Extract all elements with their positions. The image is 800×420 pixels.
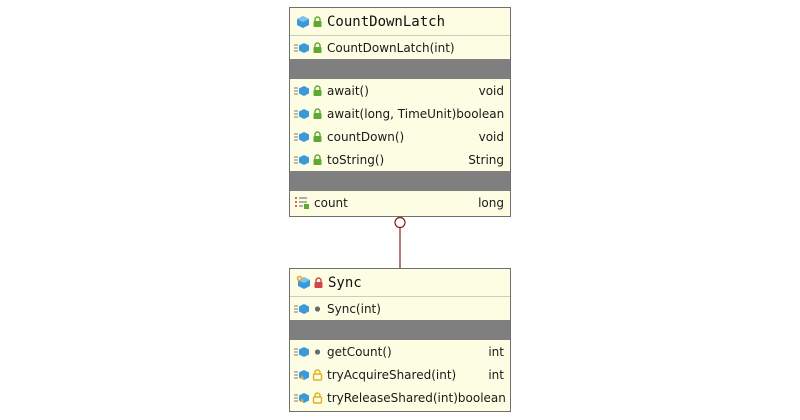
return-type: int [488, 344, 504, 359]
method-row[interactable]: toString() String [290, 148, 510, 171]
method-icon [294, 108, 310, 120]
method-icon [294, 42, 310, 54]
separator-bar [290, 320, 510, 340]
constructor-row[interactable]: CountDownLatch(int) [290, 36, 510, 59]
method-icon [294, 85, 310, 97]
separator-bar [290, 171, 510, 191]
method-name: countDown() [327, 129, 405, 144]
class-box-countdownlatch[interactable]: CountDownLatch CountDownLatch(int) await… [289, 7, 511, 217]
method-row[interactable]: tryReleaseShared(int) boolean [290, 386, 510, 409]
package-private-dot-icon [312, 303, 323, 315]
method-icon [294, 131, 310, 143]
private-lock-icon [313, 276, 324, 289]
constructor-row[interactable]: Sync(int) [290, 297, 510, 320]
public-lock-icon [312, 130, 323, 143]
public-lock-icon [312, 41, 323, 54]
override-method-icon [294, 369, 310, 381]
protected-lock-icon [312, 368, 323, 381]
method-row[interactable]: countDown() void [290, 125, 510, 148]
method-row[interactable]: tryAcquireShared(int) int [290, 363, 510, 386]
return-type: boolean [456, 106, 505, 121]
public-lock-icon [312, 84, 323, 97]
return-type: int [488, 367, 504, 382]
method-name: await(long, TimeUnit) [327, 106, 457, 121]
method-name: tryReleaseShared(int) [327, 390, 458, 405]
method-name: tryAcquireShared(int) [327, 367, 457, 382]
separator-bar [290, 59, 510, 79]
constructor-name: CountDownLatch(int) [327, 40, 455, 55]
class-header: Sync [290, 269, 510, 297]
class-box-sync[interactable]: Sync Sync(int) getCount() int tryAcquire… [289, 268, 511, 412]
method-icon [294, 154, 310, 166]
field-icon [294, 196, 310, 210]
package-private-dot-icon [312, 346, 323, 358]
override-method-icon [294, 392, 310, 404]
association-circle [394, 216, 406, 229]
method-row[interactable]: await(long, TimeUnit) boolean [290, 102, 510, 125]
public-lock-icon [312, 153, 323, 166]
return-type: String [468, 152, 504, 167]
class-header: CountDownLatch [290, 8, 510, 36]
method-row[interactable]: await() void [290, 79, 510, 102]
class-name: CountDownLatch [327, 13, 446, 30]
method-name: getCount() [327, 344, 392, 359]
field-type: long [478, 195, 504, 210]
class-icon [296, 15, 310, 29]
constructor-name: Sync(int) [327, 301, 381, 316]
public-lock-icon [312, 107, 323, 120]
field-row[interactable]: count long [290, 191, 510, 214]
public-lock-icon [312, 15, 323, 28]
method-row[interactable]: getCount() int [290, 340, 510, 363]
method-name: await() [327, 83, 369, 98]
class-name: Sync [328, 274, 362, 291]
method-icon [294, 346, 310, 358]
static-class-icon [296, 275, 311, 290]
method-icon [294, 303, 310, 315]
field-name: count [314, 195, 348, 210]
protected-lock-icon [312, 391, 323, 404]
return-type: void [478, 129, 504, 144]
return-type: void [478, 83, 504, 98]
method-name: toString() [327, 152, 385, 167]
return-type: boolean [457, 390, 506, 405]
